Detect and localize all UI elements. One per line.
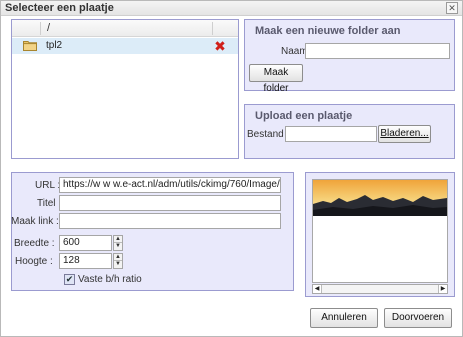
url-label: URL : — [35, 180, 61, 191]
delete-icon[interactable]: ✖ — [213, 39, 227, 53]
title-label: Titel : — [37, 198, 62, 209]
upload-panel: Upload een plaatje Bestand : Bladeren... — [244, 104, 455, 159]
stepper-up-icon[interactable]: ▲ — [114, 236, 122, 243]
folder-list-item[interactable]: tpl2 ✖ — [12, 38, 238, 54]
close-icon[interactable]: ✕ — [446, 2, 458, 14]
new-folder-heading: Maak een nieuwe folder aan — [255, 25, 401, 37]
stepper-down-icon[interactable]: ▼ — [114, 261, 122, 268]
folder-icon — [23, 41, 37, 51]
scroll-right-icon[interactable]: ▶ — [438, 285, 447, 293]
column-separator — [40, 22, 41, 35]
title-input[interactable] — [59, 195, 281, 211]
new-folder-panel: Maak een nieuwe folder aan Naam : Maak f… — [244, 19, 455, 94]
width-input[interactable]: 600 — [59, 235, 112, 251]
fixed-ratio-label: Vaste b/h ratio — [78, 274, 142, 285]
file-label: Bestand : — [247, 129, 290, 140]
stepper-up-icon[interactable]: ▲ — [114, 254, 122, 261]
make-link-label: Maak link : — [11, 216, 59, 227]
url-input[interactable]: https://w w w.e-act.nl/adm/utils/ckimg/7… — [59, 177, 281, 193]
make-link-input[interactable] — [59, 213, 281, 229]
current-path: / — [47, 22, 51, 34]
folder-list-header: / — [12, 20, 238, 37]
browse-button-label: Bladeren... — [380, 128, 429, 139]
folder-name: tpl2 — [46, 40, 63, 51]
submit-button[interactable]: Doorvoeren — [384, 308, 452, 328]
preview-image — [313, 180, 447, 216]
upload-heading: Upload een plaatje — [255, 110, 353, 122]
scroll-left-icon[interactable]: ◀ — [313, 285, 322, 293]
width-stepper[interactable]: ▲ ▼ — [113, 235, 123, 251]
preview-horizontal-scrollbar[interactable]: ◀ ▶ — [312, 284, 448, 294]
width-label: Breedte : — [14, 238, 55, 249]
browse-button[interactable]: Bladeren... — [378, 125, 431, 143]
folder-browser: / tpl2 ✖ — [11, 19, 239, 159]
stepper-down-icon[interactable]: ▼ — [114, 243, 122, 250]
image-properties-panel: URL : https://w w w.e-act.nl/adm/utils/c… — [11, 172, 294, 291]
height-label: Hoogte : — [15, 256, 53, 267]
fixed-ratio-checkbox[interactable]: ✔ — [64, 274, 75, 285]
folder-name-input[interactable] — [305, 43, 450, 59]
file-input[interactable] — [285, 126, 377, 142]
image-preview-panel: ◀ ▶ — [305, 172, 455, 297]
cancel-button[interactable]: Annuleren — [310, 308, 378, 328]
make-folder-button[interactable]: Maak folder — [249, 64, 303, 94]
preview-area — [312, 179, 448, 283]
height-input[interactable]: 128 — [59, 253, 112, 269]
column-separator — [212, 22, 213, 35]
select-image-dialog: Selecteer een plaatje ✕ / tpl2 ✖ Maak ee… — [0, 0, 463, 337]
title-bar: Selecteer een plaatje ✕ — [1, 1, 462, 16]
height-stepper[interactable]: ▲ ▼ — [113, 253, 123, 269]
dialog-title: Selecteer een plaatje — [5, 2, 114, 14]
